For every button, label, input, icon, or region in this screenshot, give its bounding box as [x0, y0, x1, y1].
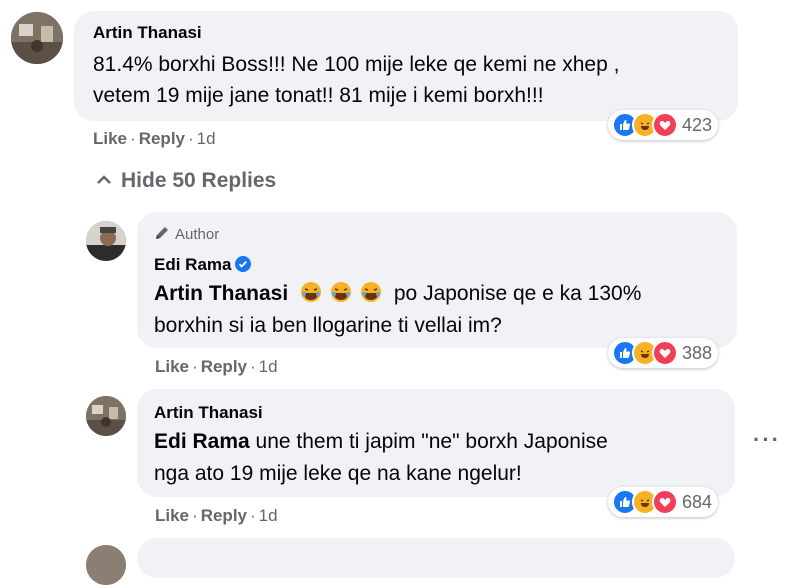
comment-bubble: Artin Thanasi 81.4% borxhi Boss!!! Ne 10… [74, 11, 738, 121]
reaction-summary[interactable]: 388 [608, 338, 719, 368]
reply-text-line: Edi Rama une them ti japim "ne" borxh Ja… [154, 426, 608, 457]
reaction-summary[interactable]: 684 [608, 487, 719, 517]
avatar[interactable] [86, 545, 126, 585]
mention-link[interactable]: Edi Rama [154, 430, 250, 453]
reply-text-line: nga ato 19 mije leke qe na kane ngelur! [154, 462, 522, 485]
reaction-count: 423 [682, 114, 713, 135]
reply-author-name[interactable]: Edi Rama [154, 255, 231, 274]
reply-link[interactable]: Reply [201, 357, 247, 376]
chevron-up-icon [97, 167, 111, 191]
author-badge-label: Author [175, 226, 220, 243]
pencil-icon [154, 225, 170, 245]
verified-icon [235, 256, 252, 272]
mention-link[interactable]: Artin Thanasi [154, 282, 288, 305]
love-reaction-icon [652, 489, 678, 515]
more-options-icon[interactable]: ··· [753, 427, 781, 453]
avatar[interactable] [86, 221, 126, 261]
like-link[interactable]: Like [155, 506, 189, 525]
avatar[interactable] [11, 12, 63, 64]
reply-bubble [137, 538, 735, 578]
comment-actions: Like · Reply · 1d [93, 129, 216, 148]
reply-link[interactable]: Reply [139, 129, 185, 148]
comment-text-line: 81.4% borxhi Boss!!! Ne 100 mije leke qe… [93, 53, 620, 76]
love-reaction-icon [652, 340, 678, 366]
hide-replies-link[interactable]: Hide 50 Replies [97, 167, 276, 193]
laughing-emoji-icon [300, 281, 382, 312]
reply-actions: Like · Reply · 1d [155, 506, 278, 525]
reaction-summary[interactable]: 423 [608, 110, 719, 140]
comment-timestamp[interactable]: 1d [197, 129, 216, 148]
reply-bubble: Artin Thanasi Edi Rama une them ti japim… [137, 389, 735, 497]
reply-text-line: Artin Thanasi po Japonise qe e ka 130% [154, 278, 641, 312]
avatar[interactable] [86, 396, 126, 436]
reply-text: po Japonise qe e ka 130% [393, 282, 642, 305]
reply-actions: Like · Reply · 1d [155, 357, 278, 376]
comment-author[interactable]: Artin Thanasi [93, 23, 202, 43]
reaction-count: 684 [682, 491, 713, 512]
reply-link[interactable]: Reply [201, 506, 247, 525]
reply-author: Edi Rama [154, 255, 252, 275]
like-link[interactable]: Like [93, 129, 127, 148]
reply-text-line: borxhin si ia ben llogarine ti vellai im… [154, 314, 502, 337]
reply-author[interactable]: Artin Thanasi [154, 403, 263, 423]
reply-timestamp[interactable]: 1d [259, 357, 278, 376]
love-reaction-icon [652, 112, 678, 138]
hide-replies-label: Hide 50 Replies [121, 169, 277, 192]
reply-text: une them ti japim "ne" borxh Japonise [255, 430, 608, 453]
like-link[interactable]: Like [155, 357, 189, 376]
comment-text-line: vetem 19 mije jane tonat!! 81 mije i kem… [93, 84, 544, 107]
reply-timestamp[interactable]: 1d [259, 506, 278, 525]
author-badge: Author [154, 225, 219, 245]
reaction-count: 388 [682, 342, 713, 363]
reply-bubble: Author Edi Rama Artin Thanasi po Japonis… [137, 212, 737, 348]
